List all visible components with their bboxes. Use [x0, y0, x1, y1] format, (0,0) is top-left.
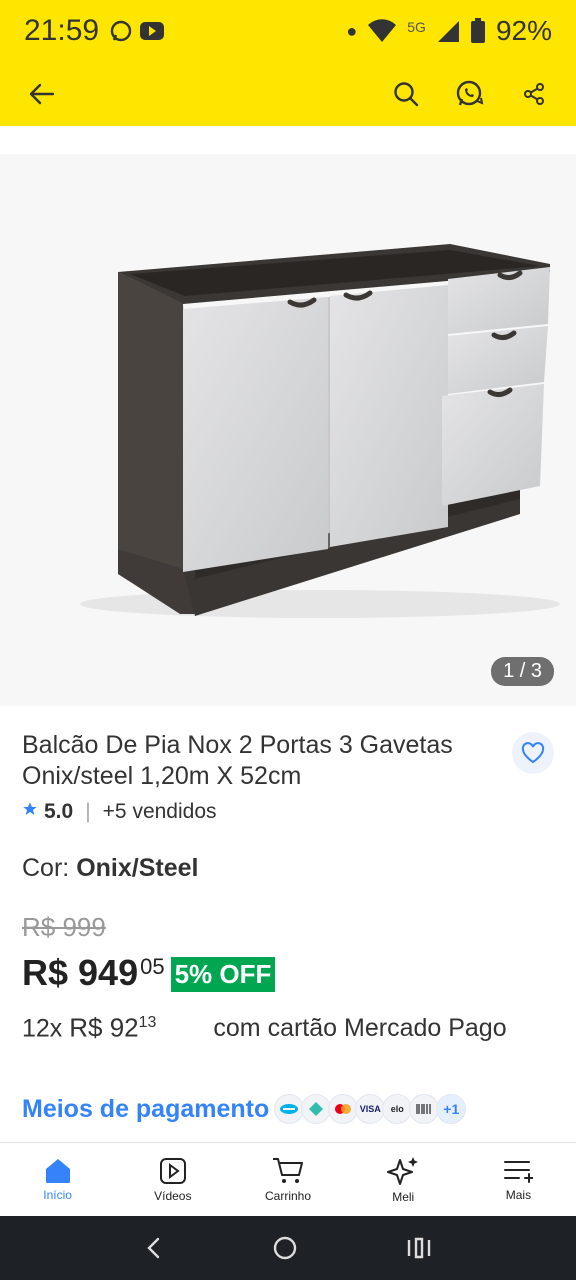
home-icon: [45, 1158, 70, 1183]
search-icon: [394, 82, 419, 107]
app-bar: [0, 62, 576, 126]
product-image: [80, 244, 560, 618]
installment-amount: R$ 92: [69, 1012, 139, 1043]
system-navigation-bar: [0, 1216, 576, 1280]
whatsapp-share-button[interactable]: [450, 74, 490, 114]
image-counter: 1 / 3: [491, 657, 554, 686]
back-arrow-icon: [29, 83, 55, 105]
mercado-pago-icon: [274, 1094, 305, 1124]
network-type: 5G: [407, 19, 426, 35]
signal-icon: [437, 21, 459, 42]
tab-carrinho[interactable]: Carrinho: [230, 1143, 345, 1216]
sold-count: +5 vendidos: [102, 800, 217, 823]
boleto-icon: [409, 1094, 440, 1124]
battery-icon: [470, 18, 485, 43]
elo-icon: elo: [382, 1094, 413, 1124]
color-value: Onix/Steel: [76, 854, 199, 882]
back-button[interactable]: [22, 74, 62, 114]
old-price: R$ 999: [22, 912, 106, 942]
discount-badge: 5% OFF: [170, 957, 276, 992]
tab-mais[interactable]: Mais: [461, 1143, 576, 1216]
whatsapp-icon: [456, 80, 484, 106]
search-button[interactable]: [386, 74, 426, 114]
whatsapp-notification-icon: [110, 20, 132, 42]
payment-methods-link[interactable]: Meios de pagamento: [22, 1095, 269, 1124]
installments-info: 12x R$ 9213 com cartão Mercado Pago: [22, 1004, 542, 1047]
current-price: R$ 949: [22, 952, 139, 993]
share-icon: [524, 83, 544, 105]
tab-label: Meli: [392, 1189, 415, 1204]
payment-icons: VISA elo +1: [274, 1094, 467, 1124]
product-title-row: Balcão De Pia Nox 2 Portas 3 Gavetas Oni…: [22, 730, 554, 792]
dot-icon: ●: [346, 20, 358, 41]
product-image-gallery[interactable]: 1 / 3: [0, 154, 576, 706]
wifi-icon: [368, 19, 397, 42]
tab-label: Início: [43, 1187, 72, 1202]
status-bar: 21:59 ● 5G 92%: [0, 0, 576, 62]
color-label: Cor:: [22, 854, 77, 882]
more-payment-methods: +1: [436, 1094, 467, 1124]
rating-row[interactable]: 5.0 | +5 vendidos: [22, 800, 217, 824]
cart-icon: [273, 1157, 303, 1183]
sparkle-icon: [387, 1156, 419, 1185]
current-price-cents: 05: [140, 954, 165, 979]
visa-icon: VISA: [355, 1094, 386, 1124]
tab-inicio[interactable]: Início: [0, 1143, 115, 1216]
battery-percent: 92%: [495, 15, 552, 46]
share-button[interactable]: [514, 74, 554, 114]
installment-cents: 13: [138, 1014, 157, 1031]
rating-value: 5.0: [44, 800, 74, 823]
installments-count: 12x: [22, 1014, 63, 1043]
price-row: R$ 949 05 5% OFF: [22, 952, 276, 994]
system-back-icon[interactable]: [144, 1236, 164, 1260]
youtube-notification-icon: [140, 22, 165, 40]
tab-meli[interactable]: Meli: [346, 1143, 461, 1216]
bottom-tab-bar: Início Vídeos Carrinho Meli Mais: [0, 1142, 576, 1216]
rating-separator: |: [85, 800, 91, 823]
installments-suffix: com cartão Mercado Pago: [213, 1014, 507, 1043]
status-time: 21:59: [24, 14, 100, 47]
tab-label: Vídeos: [154, 1188, 192, 1203]
tab-label: Mais: [505, 1187, 532, 1202]
system-home-icon[interactable]: [272, 1235, 298, 1261]
mastercard-icon: [328, 1094, 359, 1124]
menu-icon: [504, 1160, 534, 1183]
payment-methods-row[interactable]: Meios de pagamento VISA elo +1: [22, 1094, 467, 1124]
star-icon: [23, 802, 37, 815]
tab-label: Carrinho: [264, 1188, 312, 1203]
heart-icon: [521, 742, 545, 764]
system-recents-icon[interactable]: [406, 1236, 432, 1260]
product-title: Balcão De Pia Nox 2 Portas 3 Gavetas Oni…: [22, 731, 453, 790]
video-icon: [159, 1157, 186, 1184]
favorite-button[interactable]: [512, 732, 554, 774]
pix-icon: [301, 1094, 332, 1124]
tab-videos[interactable]: Vídeos: [115, 1143, 230, 1216]
color-selector[interactable]: Cor: Onix/Steel: [22, 854, 198, 883]
